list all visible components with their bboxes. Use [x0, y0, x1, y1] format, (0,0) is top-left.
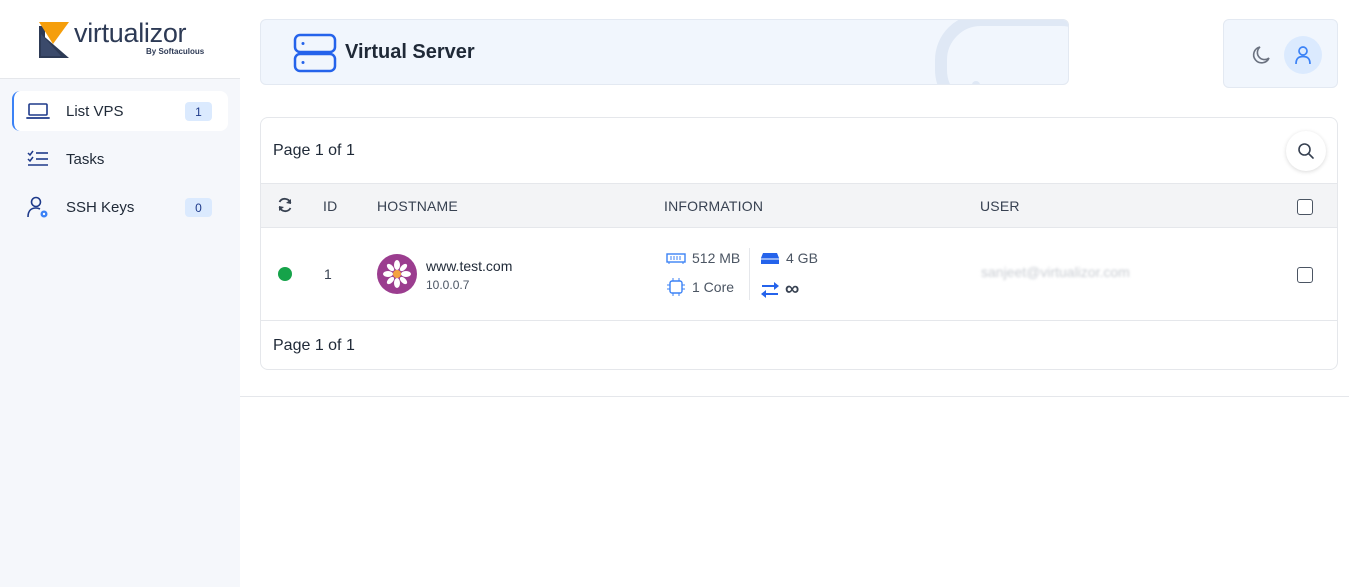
bandwidth-value: ∞ [785, 278, 800, 300]
search-button[interactable] [1286, 131, 1326, 171]
sidebar-item-tasks[interactable]: Tasks [12, 139, 228, 179]
sidebar-item-ssh-keys[interactable]: SSH Keys 0 [12, 187, 228, 227]
search-icon [1298, 143, 1314, 159]
transfer-arrows-icon [761, 281, 779, 298]
refresh-icon[interactable] [277, 197, 293, 213]
count-badge: 1 [185, 102, 212, 121]
cpu-icon [667, 278, 685, 296]
tasks-checklist-icon [26, 147, 50, 171]
top-actions [1223, 19, 1338, 88]
vps-id: 1 [324, 266, 332, 282]
vps-list-card: Page 1 of 1 ID HOSTNAME INFORMATION USER… [260, 117, 1338, 370]
sidebar-item-list-vps[interactable]: List VPS 1 [12, 91, 228, 131]
virtualizor-logo-icon [39, 22, 69, 58]
column-header-hostname: HOSTNAME [377, 198, 458, 214]
cpu-value: 1 Core [692, 279, 735, 295]
cpu-info: 1 Core [666, 278, 734, 296]
disk-icon [761, 253, 779, 264]
table-row[interactable]: 1 www.test.com 10.0.0.7 512 MB 1 Core 4 … [261, 228, 1337, 321]
table-header: ID HOSTNAME INFORMATION USER [261, 183, 1337, 228]
ram-icon [666, 253, 686, 264]
user-menu-button[interactable] [1284, 36, 1322, 74]
sidebar-item-label: List VPS [66, 102, 124, 120]
column-header-information: INFORMATION [664, 198, 764, 214]
user-key-icon [26, 195, 50, 219]
page-title: Virtual Server [345, 41, 475, 63]
theme-toggle-button[interactable] [1250, 43, 1274, 67]
pagination-info-bottom: Page 1 of 1 [273, 337, 355, 354]
logo[interactable]: virtualizor By Softaculous [0, 0, 240, 79]
status-online-indicator [278, 267, 292, 281]
hostname-link[interactable]: www.test.com [426, 258, 512, 274]
info-divider [749, 248, 750, 300]
sidebar-item-label: SSH Keys [66, 198, 135, 216]
row-select-checkbox[interactable] [1297, 267, 1313, 283]
column-header-user: USER [980, 198, 1020, 214]
user-email: sanjeet@virtualizor.com [981, 264, 1130, 280]
user-icon [1295, 46, 1311, 65]
sidebar-nav: List VPS 1 Tasks SSH Keys 0 [12, 91, 228, 235]
laptop-icon [26, 99, 50, 123]
disk-info: 4 GB [760, 250, 818, 266]
content-divider [240, 396, 1349, 397]
bandwidth-info: ∞ [760, 278, 799, 301]
decorative-server-watermark-icon [935, 20, 1068, 84]
select-all-checkbox[interactable] [1297, 199, 1313, 215]
ram-info: 512 MB [666, 250, 740, 266]
ram-value: 512 MB [692, 250, 741, 266]
pagination-info-top: Page 1 of 1 [273, 142, 355, 159]
page-header: Virtual Server [260, 19, 1069, 85]
server-icon [293, 33, 337, 73]
os-logo-icon [377, 254, 417, 294]
sidebar: virtualizor By Softaculous List VPS 1 Ta… [0, 0, 240, 587]
column-header-id: ID [323, 198, 338, 214]
moon-icon [1252, 46, 1270, 64]
disk-value: 4 GB [786, 250, 818, 266]
brand-by: By Softaculous [146, 47, 205, 56]
brand-name: virtualizor [74, 18, 187, 48]
ip-address: 10.0.0.7 [426, 278, 470, 292]
sidebar-item-label: Tasks [66, 150, 105, 168]
count-badge: 0 [185, 198, 212, 217]
